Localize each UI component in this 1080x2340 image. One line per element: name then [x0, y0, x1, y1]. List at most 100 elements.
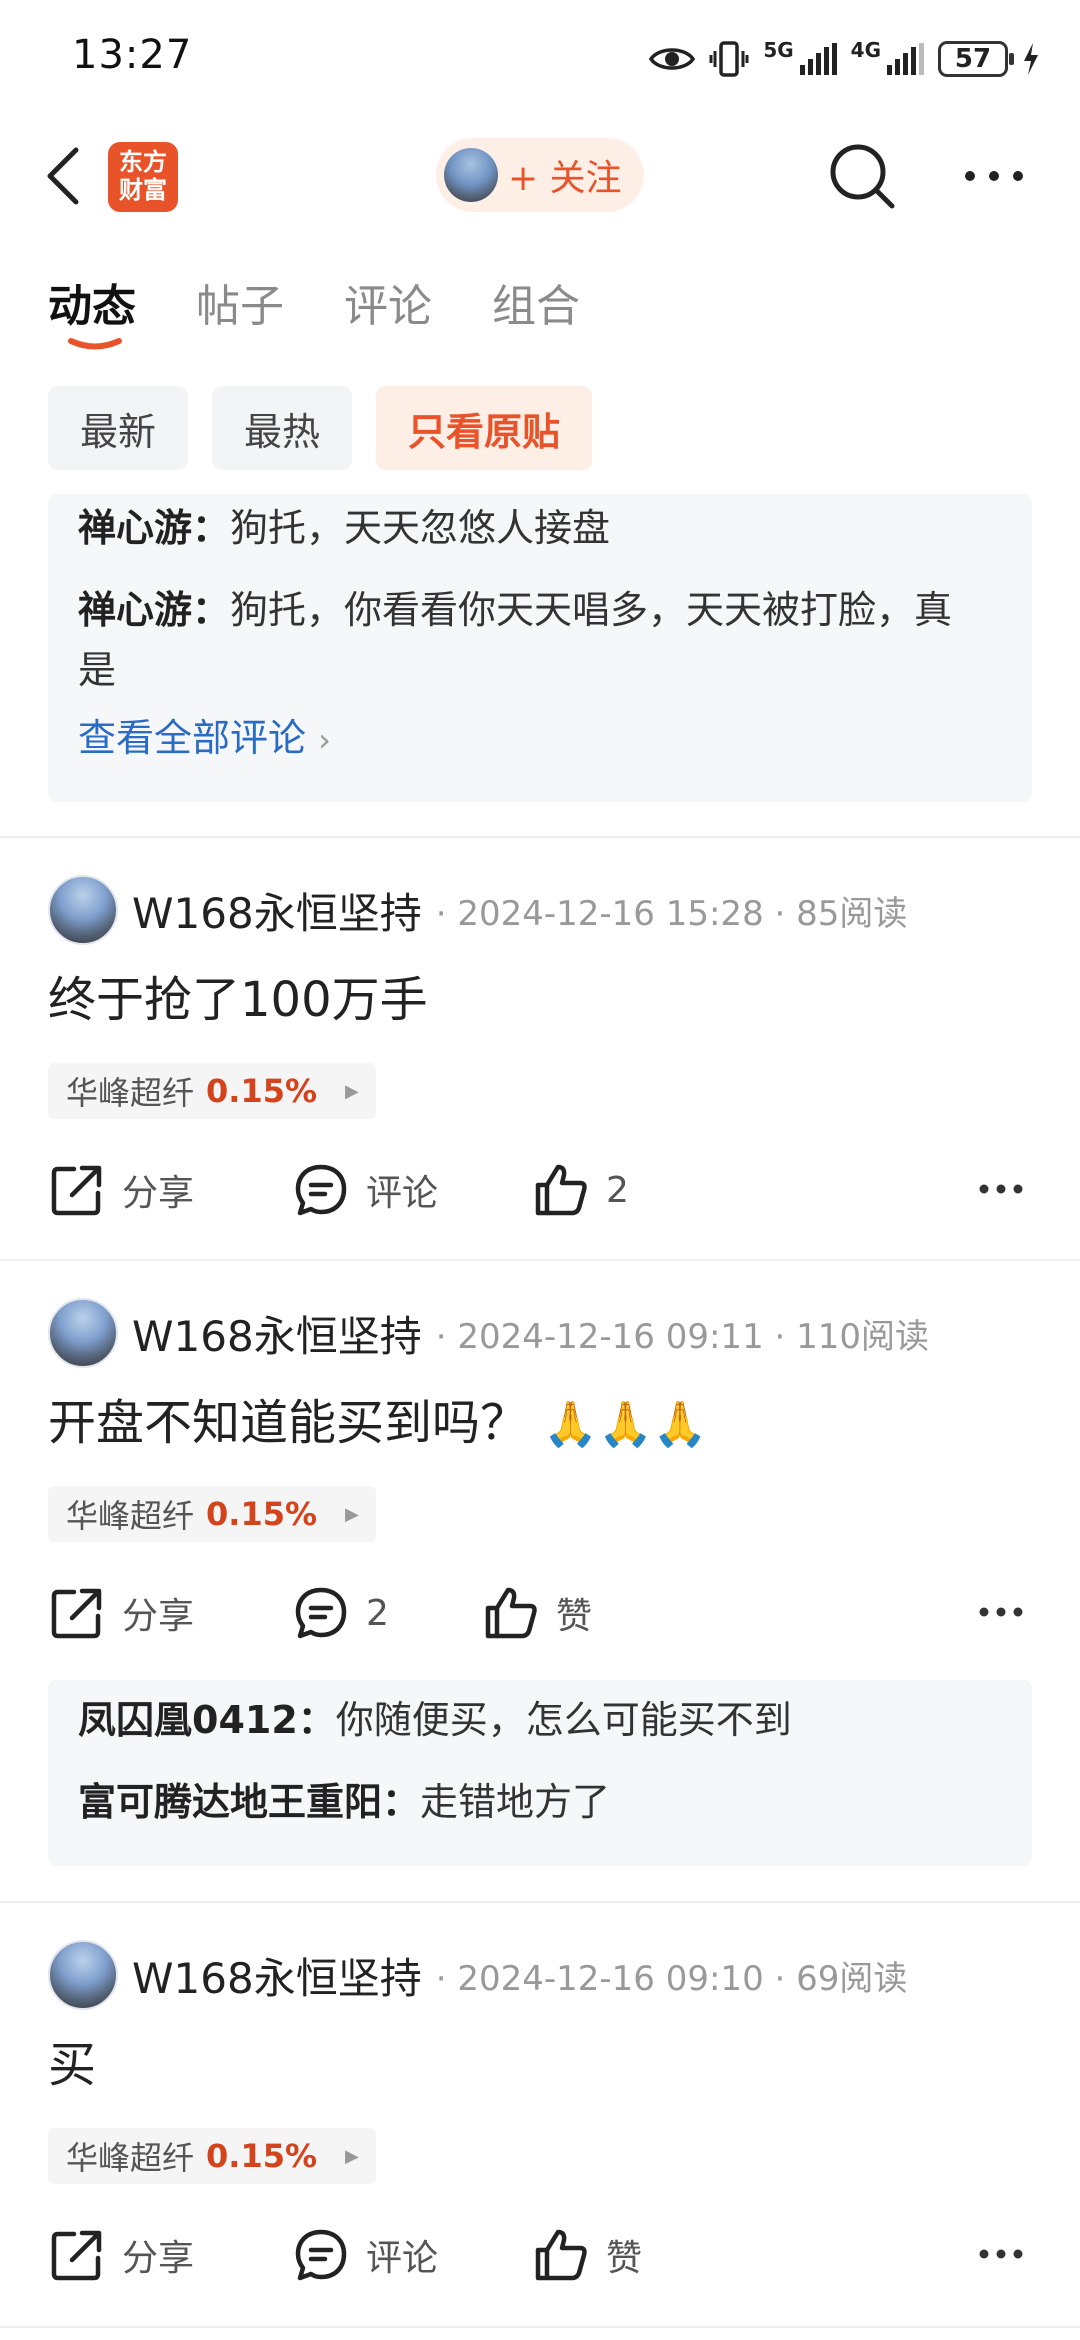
post-meta: · 2024-12-16 09:11 · 110阅读 — [435, 1316, 930, 1357]
tab-bar: 动态 帖子 评论 组合 — [48, 270, 580, 350]
follow-label: + 关注 — [508, 158, 622, 199]
divider — [0, 1901, 1080, 1903]
logo-line1: 东方 — [119, 148, 167, 176]
post-header: W168永恒坚持 · 2024-12-16 09:11 · 110阅读 — [48, 1298, 929, 1368]
stock-tag[interactable]: 华峰超纤 0.15% ▶ — [48, 1486, 376, 1542]
status-bar: 13:27 5G 4G 57 — [0, 0, 1080, 120]
comment-user[interactable]: 凤囚凰0412 — [78, 1698, 298, 1742]
caret-right-icon: ▶ — [345, 1503, 359, 1525]
divider — [0, 1259, 1080, 1261]
post-header: W168永恒坚持 · 2024-12-16 15:28 · 85阅读 — [48, 875, 907, 945]
stock-change: 0.15% — [206, 1072, 318, 1110]
post-text-content: 买 — [48, 2037, 97, 2093]
post-text-content: 开盘不知道能买到吗？ — [48, 1395, 529, 1451]
post-actions: 分享 评论 赞 — [48, 2220, 1032, 2290]
follow-button[interactable]: + 关注 — [436, 138, 644, 212]
comment-preview: 禅心游：狗托，天天忽悠人接盘 禅心游：狗托，你看看你天天唱多，天天被打脸，真是 … — [48, 494, 1032, 802]
more-horizontal-icon[interactable] — [978, 2246, 1024, 2262]
comment-button[interactable]: 评论 — [292, 1155, 438, 1225]
post-text-content: 终于抢了100万手 — [48, 972, 428, 1028]
stock-profile-page: 13:27 5G 4G 57 东方 财富 + 关注 动态 帖子 评论 组合 最新… — [0, 0, 1080, 2340]
status-icons: 5G 4G 57 — [649, 34, 1040, 84]
comment-sep: ： — [192, 588, 231, 632]
filter-hot[interactable]: 最热 — [212, 386, 353, 470]
avatar[interactable] — [48, 875, 118, 945]
vibrate-icon — [709, 41, 749, 77]
filter-original-only[interactable]: 只看原贴 — [376, 386, 593, 470]
thumbs-up-icon — [535, 1164, 587, 1216]
post-card[interactable]: W168永恒坚持 · 2024-12-16 15:28 · 85阅读 终于抢了1… — [0, 875, 1080, 1265]
author-name[interactable]: W168永恒坚持 — [132, 1945, 422, 2006]
post-actions: 分享 2 赞 — [48, 1578, 1032, 1648]
comment-line: 禅心游：狗托，天天忽悠人接盘 — [78, 498, 1002, 558]
back-button[interactable] — [38, 144, 94, 208]
comment-sep: ： — [192, 506, 231, 550]
tab-comments[interactable]: 评论 — [344, 270, 432, 350]
comment-button[interactable]: 2 — [292, 1578, 389, 1648]
comment-icon — [295, 1587, 347, 1639]
post-meta: · 2024-12-16 15:28 · 85阅读 — [435, 893, 908, 934]
eye-icon — [649, 48, 696, 70]
comment-icon — [295, 1164, 347, 1216]
comment-user[interactable]: 富可腾达地王重阳 — [78, 1780, 382, 1824]
chevron-right-icon: › — [318, 721, 331, 759]
share-label: 分享 — [122, 1596, 195, 1637]
stock-tag[interactable]: 华峰超纤 0.15% ▶ — [48, 2128, 376, 2184]
comment-user[interactable]: 禅心游 — [78, 588, 192, 632]
post-text: 开盘不知道能买到吗？ 🙏🙏🙏 — [48, 1388, 708, 1460]
like-button[interactable]: 赞 — [482, 1578, 592, 1648]
like-button[interactable]: 2 — [532, 1155, 629, 1225]
share-label: 分享 — [122, 1173, 195, 1214]
more-horizontal-icon[interactable] — [978, 1604, 1024, 1620]
avatar[interactable] — [48, 1940, 118, 2010]
share-icon — [51, 1165, 102, 1216]
post-meta: · 2024-12-16 09:10 · 69阅读 — [435, 1958, 908, 1999]
post-card[interactable]: W168永恒坚持 · 2024-12-16 09:10 · 69阅读 买 华峰超… — [0, 1940, 1080, 2330]
battery-indicator: 57 — [938, 41, 1014, 77]
like-label: 2 — [606, 1169, 629, 1211]
like-button[interactable]: 赞 — [532, 2220, 642, 2290]
comment-user[interactable]: 禅心游 — [78, 506, 192, 550]
comment-line: 禅心游：狗托，你看看你天天唱多，天天被打脸，真是 — [78, 580, 978, 700]
post-actions: 分享 评论 2 — [48, 1155, 1032, 1225]
avatar — [444, 148, 498, 202]
share-icon — [51, 1588, 102, 1639]
signal-5g-label: 5G — [763, 38, 794, 62]
signal-4g-label: 4G — [850, 38, 881, 62]
logo-line2: 财富 — [119, 176, 167, 204]
avatar[interactable] — [48, 1298, 118, 1368]
like-label: 赞 — [556, 1596, 593, 1637]
caret-right-icon: ▶ — [345, 1080, 359, 1102]
comment-text: 走错地方了 — [420, 1780, 611, 1824]
comment-label: 评论 — [366, 1173, 439, 1214]
comment-label: 评论 — [366, 2238, 439, 2279]
stock-tag[interactable]: 华峰超纤 0.15% ▶ — [48, 1063, 376, 1119]
comment-label: 2 — [366, 1592, 389, 1634]
view-all-label: 查看全部评论 — [78, 716, 307, 760]
share-button[interactable]: 分享 — [48, 1578, 194, 1648]
tab-posts[interactable]: 帖子 — [196, 270, 284, 350]
comment-button[interactable]: 评论 — [292, 2220, 438, 2290]
comment-text: 狗托，天天忽悠人接盘 — [230, 506, 611, 550]
comment-icon — [295, 2229, 347, 2281]
post-text: 买 — [48, 2030, 96, 2100]
filter-latest[interactable]: 最新 — [48, 386, 189, 470]
charging-icon — [1024, 43, 1038, 75]
like-label: 赞 — [606, 2238, 643, 2279]
more-horizontal-icon[interactable] — [978, 1181, 1024, 1197]
post-card[interactable]: W168永恒坚持 · 2024-12-16 09:11 · 110阅读 开盘不知… — [0, 1298, 1080, 1898]
filter-bar: 最新 最热 只看原贴 — [48, 386, 593, 470]
search-icon[interactable] — [826, 140, 898, 212]
share-button[interactable]: 分享 — [48, 1155, 194, 1225]
more-horizontal-icon[interactable] — [962, 158, 1026, 194]
share-button[interactable]: 分享 — [48, 2220, 194, 2290]
view-all-comments-link[interactable]: 查看全部评论 › — [78, 708, 1002, 770]
tab-portfolio[interactable]: 组合 — [492, 270, 580, 350]
post-text: 终于抢了100万手 — [48, 965, 428, 1035]
top-header: 东方 财富 + 关注 — [0, 120, 1080, 230]
divider — [0, 836, 1080, 838]
divider — [0, 2326, 1080, 2328]
author-name[interactable]: W168永恒坚持 — [132, 880, 422, 941]
comment-preview[interactable]: 凤囚凰0412：你随便买，怎么可能买不到 富可腾达地王重阳：走错地方了 — [48, 1680, 1032, 1866]
author-name[interactable]: W168永恒坚持 — [132, 1303, 422, 1364]
